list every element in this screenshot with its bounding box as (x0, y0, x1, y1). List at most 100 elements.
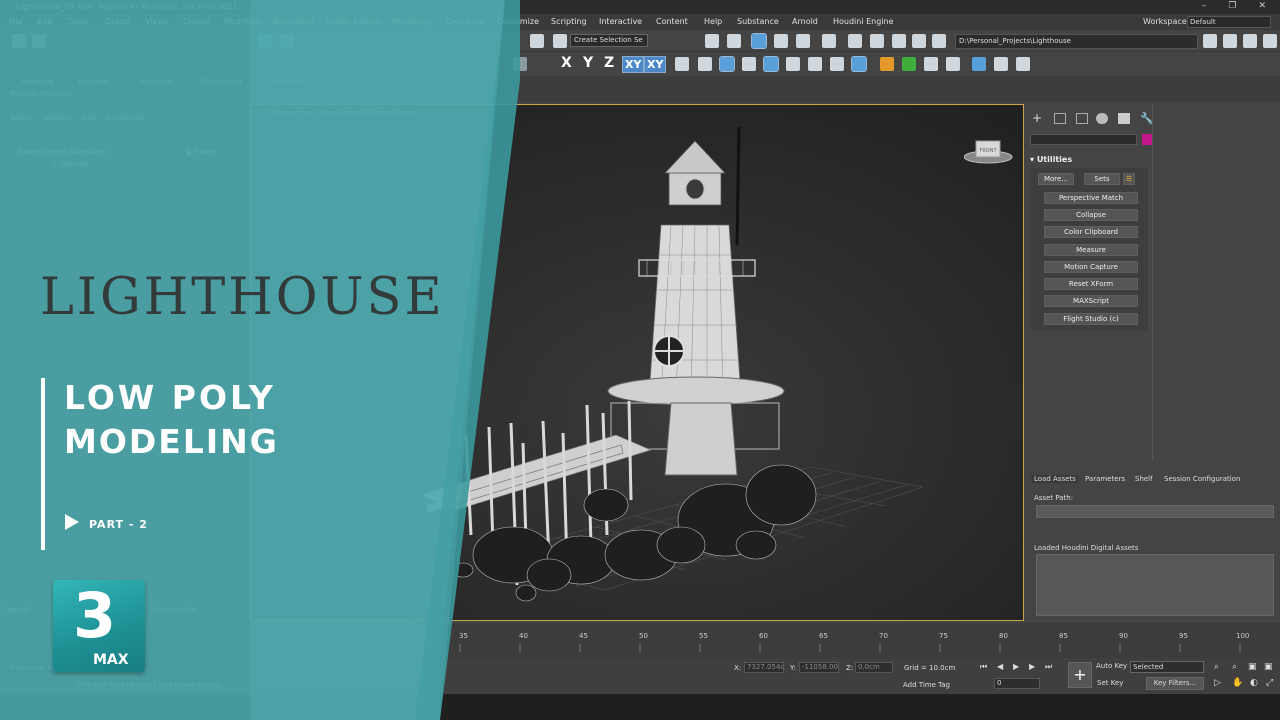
coord-x-field[interactable]: 7327.054c (744, 662, 784, 673)
axis-z-button[interactable]: Z (604, 55, 614, 71)
table-icon[interactable] (946, 57, 960, 71)
menu-civil-view[interactable]: Civil View (446, 17, 485, 26)
spinner-snap-icon[interactable] (742, 57, 756, 71)
current-frame-field[interactable]: 0 (994, 678, 1040, 689)
help-icon[interactable] (513, 57, 527, 71)
perspective-match-button[interactable]: Perspective Match (1044, 192, 1138, 204)
explorer-menu-customize[interactable]: Customize (107, 114, 144, 122)
menu-create[interactable]: Create (183, 17, 210, 26)
substance-icon[interactable] (880, 57, 894, 71)
go-to-start-icon[interactable]: ⏮ (980, 662, 987, 672)
menu-group[interactable]: Group (105, 17, 129, 26)
timeline-ruler[interactable]: 35 40 45 50 55 60 65 70 75 80 85 90 95 1… (430, 632, 1250, 656)
field-of-view-icon[interactable]: ▷ (1214, 678, 1221, 688)
set-key-big-icon[interactable]: + (1068, 662, 1092, 688)
maximize-button[interactable]: ❐ (1228, 1, 1236, 11)
named-sets-icon[interactable] (705, 34, 719, 48)
viewcube[interactable]: FRONT (963, 135, 1013, 164)
tab-parameters[interactable]: Parameters (1085, 475, 1125, 483)
menu-help[interactable]: Help (704, 17, 722, 26)
zoom-icon[interactable]: ⌕ (1214, 662, 1219, 672)
menu-houdini-engine[interactable]: Houdini Engine (833, 17, 894, 26)
explorer-menu-display[interactable]: Display (43, 114, 69, 122)
set-key-button[interactable]: Set Key (1097, 679, 1123, 687)
tab-session-configuration[interactable]: Session Configuration (1164, 475, 1240, 483)
utilities-tab-icon[interactable]: 🔧 (1140, 113, 1154, 124)
display-tab-icon[interactable] (1118, 113, 1130, 124)
explorer-column-frozen[interactable]: ▲ Frozen (186, 148, 217, 156)
move-icon[interactable] (258, 34, 272, 48)
tab-shelf[interactable]: Shelf (1135, 475, 1153, 483)
motion-capture-button[interactable]: Motion Capture (1044, 261, 1138, 273)
xy-constraint-icon[interactable] (851, 56, 867, 72)
explorer-row-default[interactable]: 0 (default) (52, 160, 89, 168)
axis-x-button[interactable]: X (561, 55, 572, 71)
menu-animation[interactable]: Animation (273, 17, 314, 26)
menu-modifiers[interactable]: Modifiers (224, 17, 261, 26)
zoom-extents-all-icon[interactable]: ▣ (1264, 662, 1273, 672)
menu-tools[interactable]: Tools (68, 17, 88, 26)
recent-folder-icon[interactable] (1263, 34, 1277, 48)
schematic-icon[interactable] (796, 34, 810, 48)
more-button[interactable]: More... (1038, 173, 1074, 185)
play-icon[interactable]: ▶ (1013, 662, 1019, 671)
coord-z-field[interactable]: 0.0cm (855, 662, 893, 673)
layer-icon[interactable] (727, 34, 741, 48)
menu-customize[interactable]: Customize (497, 17, 539, 26)
ribbon-tab-object-paint[interactable]: Object Paint (200, 78, 242, 86)
edge-snap-icon[interactable] (763, 56, 779, 72)
vertex-snap-icon[interactable] (786, 57, 800, 71)
utilities-rollout-header[interactable]: ▾ Utilities (1030, 155, 1148, 167)
menu-file[interactable]: File (9, 17, 22, 26)
curve-editor-icon[interactable] (774, 34, 788, 48)
constraint-icon[interactable] (830, 57, 844, 71)
project-folder-icon[interactable] (1203, 34, 1217, 48)
undo-icon[interactable] (12, 34, 26, 48)
sets-button[interactable]: Sets (1084, 173, 1120, 185)
brace-icon[interactable] (553, 34, 567, 48)
save-folder-icon[interactable] (1243, 34, 1257, 48)
auto-key-button[interactable]: Auto Key (1096, 662, 1127, 670)
spreadsheet-icon[interactable] (1016, 57, 1030, 71)
motion-tab-icon[interactable] (1096, 113, 1108, 124)
menu-substance[interactable]: Substance (737, 17, 779, 26)
menu-views[interactable]: Views (145, 17, 168, 26)
ribbon-tab-populate[interactable]: Populate (272, 78, 302, 86)
snap-icon[interactable] (530, 34, 544, 48)
close-button[interactable]: ✕ (1258, 1, 1266, 11)
render-icon[interactable] (892, 34, 906, 48)
key-selection-dropdown[interactable]: Selected (1130, 661, 1204, 673)
redo-icon[interactable] (32, 34, 46, 48)
workspace-select[interactable]: Default (1187, 16, 1271, 28)
menu-arnold[interactable]: Arnold (792, 17, 818, 26)
menu-edit[interactable]: Edit (37, 17, 53, 26)
open-folder-icon[interactable] (1223, 34, 1237, 48)
render-online-icon[interactable] (932, 34, 946, 48)
render-frame-icon[interactable] (870, 34, 884, 48)
ribbon-tab-freeform[interactable]: Freeform (78, 78, 109, 86)
zoom-extents-icon[interactable]: ▣ (1248, 662, 1257, 672)
add-time-tag[interactable]: Add Time Tag (903, 681, 950, 689)
maxscript-button[interactable]: MAXScript (1044, 295, 1138, 307)
maximize-viewport-icon[interactable]: ⤢ (1266, 678, 1273, 688)
face-snap-icon[interactable] (808, 57, 822, 71)
explorer-menu-edit[interactable]: Edit (82, 114, 96, 122)
object-name-field[interactable] (1030, 134, 1137, 145)
minimize-button[interactable]: – (1202, 1, 1207, 11)
tools-icon[interactable] (924, 57, 938, 71)
maxscript-listener[interactable]: MAXScript Mi (6, 663, 59, 673)
percent-snap-icon[interactable] (719, 56, 735, 72)
railclone-icon[interactable] (972, 57, 986, 71)
explorer-column-name[interactable]: Name (Sorted Ascending) (18, 148, 108, 156)
menu-content[interactable]: Content (656, 17, 688, 26)
angle-snap-icon[interactable] (698, 57, 712, 71)
menu-interactive[interactable]: Interactive (599, 17, 642, 26)
configure-sets-icon[interactable]: ☰ (1123, 173, 1135, 185)
ribbon-tab-selection[interactable]: Selection (140, 78, 172, 86)
scene-explorer-icon[interactable] (751, 33, 767, 49)
flight-studio-button[interactable]: Flight Studio (c) (1044, 313, 1138, 325)
command-panel-scrollbar[interactable] (1152, 104, 1153, 460)
hierarchy-tab-icon[interactable] (1076, 113, 1088, 124)
modify-tab-icon[interactable] (1054, 113, 1066, 124)
menu-rendering[interactable]: Rendering (391, 17, 432, 26)
